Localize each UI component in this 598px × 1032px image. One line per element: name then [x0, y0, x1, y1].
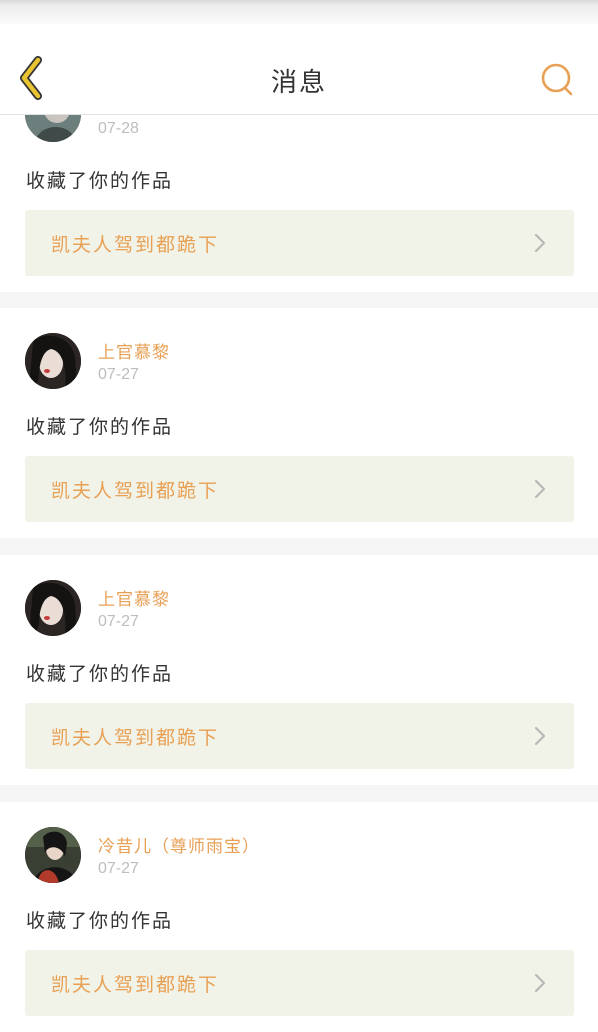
- work-link[interactable]: 凯夫人驾到都跪下: [25, 703, 574, 769]
- work-link[interactable]: 凯夫人驾到都跪下: [25, 950, 574, 1016]
- message-date: 07-27: [98, 613, 139, 630]
- message-action-text: 收藏了你的作品: [26, 663, 174, 685]
- message-action-text: 收藏了你的作品: [26, 910, 174, 932]
- message-date: 07-27: [98, 366, 139, 383]
- chevron-right-icon: [534, 479, 546, 499]
- app-header: 消息: [0, 24, 598, 115]
- user-name[interactable]: 冷昔儿（尊师雨宝）: [98, 832, 260, 857]
- user-name[interactable]: 上官慕黎: [98, 585, 170, 610]
- message-item: 上官慕黎 07-27 收藏了你的作品 凯夫人驾到都跪下: [0, 308, 598, 538]
- work-title: 凯夫人驾到都跪下: [51, 480, 220, 502]
- chevron-right-icon: [534, 973, 546, 993]
- message-action-text: 收藏了你的作品: [26, 170, 174, 192]
- chevron-right-icon: [534, 726, 546, 746]
- message-item: 上官慕黎 07-27 收藏了你的作品 凯夫人驾到都跪下: [0, 555, 598, 785]
- page-title: 消息: [270, 68, 327, 98]
- work-title: 凯夫人驾到都跪下: [51, 234, 220, 256]
- work-title: 凯夫人驾到都跪下: [51, 727, 220, 749]
- user-avatar[interactable]: [25, 827, 81, 883]
- message-date: 07-27: [98, 860, 139, 877]
- message-date: 07-28: [98, 120, 139, 137]
- work-link[interactable]: 凯夫人驾到都跪下: [25, 210, 574, 276]
- work-title: 凯夫人驾到都跪下: [51, 974, 220, 996]
- user-avatar[interactable]: [25, 580, 81, 636]
- message-action-text: 收藏了你的作品: [26, 416, 174, 438]
- chevron-right-icon: [534, 233, 546, 253]
- user-name[interactable]: 上官慕黎: [98, 338, 170, 363]
- message-list[interactable]: 07-28 收藏了你的作品 凯夫人驾到都跪下 上官慕黎 07-27 收藏了你的作…: [0, 0, 598, 1032]
- work-link[interactable]: 凯夫人驾到都跪下: [25, 456, 574, 522]
- message-item: 07-28 收藏了你的作品 凯夫人驾到都跪下: [0, 86, 598, 292]
- message-item: 冷昔儿（尊师雨宝） 07-27 收藏了你的作品 凯夫人驾到都跪下: [0, 802, 598, 1032]
- user-avatar[interactable]: [25, 333, 81, 389]
- search-icon[interactable]: [534, 56, 582, 104]
